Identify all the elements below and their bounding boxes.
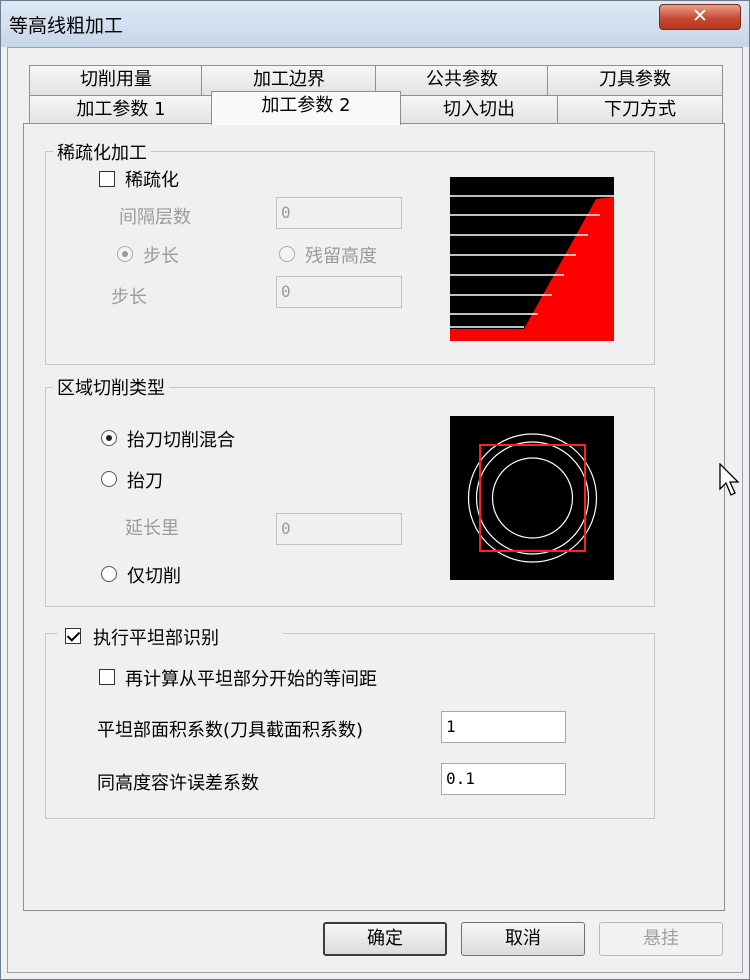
region-preview-image xyxy=(450,416,614,580)
step-input[interactable]: 0 xyxy=(276,276,402,308)
sparse-preview-image xyxy=(450,177,614,341)
sparse-checkbox[interactable] xyxy=(99,171,115,187)
radio-lift[interactable] xyxy=(101,471,117,487)
mouse-cursor-icon xyxy=(719,463,740,496)
area-coef-input[interactable]: 1 xyxy=(441,711,566,743)
radio-step-label: 步长 xyxy=(143,246,179,267)
tab-machining-params-2[interactable]: 加工参数 2 xyxy=(211,91,401,125)
area-coef-label: 平坦部面积系数(刀具截面积系数) xyxy=(97,720,364,741)
dialog-window: 等高线粗加工 ✕ 切削用量 加工边界 公共参数 刀具参数 加工参数 1 加工参数… xyxy=(0,0,750,980)
sparse-checkbox-label: 稀疏化 xyxy=(125,170,179,191)
close-button[interactable]: ✕ xyxy=(659,4,741,30)
radio-cut-only-label: 仅切削 xyxy=(127,566,181,587)
window-title: 等高线粗加工 xyxy=(9,15,124,37)
tab-plunge-method[interactable]: 下刀方式 xyxy=(557,95,723,125)
interval-label: 间隔层数 xyxy=(119,207,191,228)
flat-recognition-checkbox[interactable] xyxy=(65,628,81,644)
tab-common-params[interactable]: 公共参数 xyxy=(375,65,549,95)
recalc-checkbox[interactable] xyxy=(99,669,115,685)
cancel-button[interactable]: 取消 xyxy=(461,922,585,956)
radio-lift-label: 抬刀 xyxy=(127,471,163,492)
height-tol-label: 同高度容许误差系数 xyxy=(97,773,259,794)
extend-label: 延长里 xyxy=(125,518,179,539)
tab-cut-in-out[interactable]: 切入切出 xyxy=(399,95,559,125)
flat-group-title: 执行平坦部识别 xyxy=(93,628,219,649)
tab-tool-params[interactable]: 刀具参数 xyxy=(547,65,723,95)
ok-button[interactable]: 确定 xyxy=(323,922,447,956)
tab-cutting-amount[interactable]: 切削用量 xyxy=(29,65,203,95)
radio-residual-label: 残留高度 xyxy=(305,246,377,267)
suspend-button[interactable]: 悬挂 xyxy=(599,922,723,956)
radio-step[interactable] xyxy=(117,246,133,262)
title-bar[interactable]: 等高线粗加工 ✕ xyxy=(1,1,749,47)
interval-input[interactable]: 0 xyxy=(276,197,402,229)
sparse-group-title: 稀疏化加工 xyxy=(53,139,151,165)
radio-cut-only[interactable] xyxy=(101,566,117,582)
height-tol-input[interactable]: 0.1 xyxy=(441,763,566,795)
recalc-label: 再计算从平坦部分开始的等间距 xyxy=(125,669,377,690)
radio-lift-cut-mixed[interactable] xyxy=(101,430,117,446)
tab-machining-params-1[interactable]: 加工参数 1 xyxy=(29,95,213,125)
step-label: 步长 xyxy=(111,287,147,308)
region-group-title: 区域切削类型 xyxy=(53,374,169,400)
radio-residual-height[interactable] xyxy=(279,246,295,262)
radio-lift-cut-mixed-label: 抬刀切削混合 xyxy=(127,430,235,451)
extend-input[interactable]: 0 xyxy=(276,513,402,545)
